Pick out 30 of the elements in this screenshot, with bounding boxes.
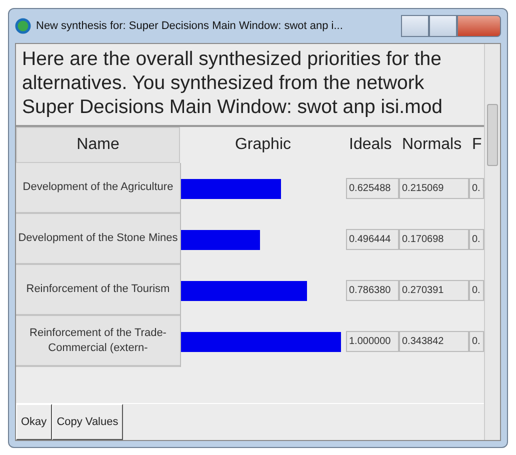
- value-cell: 1.000000: [346, 331, 399, 352]
- row-name: Reinforcement of the Trade-Commercial (extern-: [16, 316, 180, 367]
- value-cell: 0.270391: [399, 280, 469, 301]
- close-button[interactable]: [457, 15, 501, 37]
- value-cell: 0.343842: [399, 331, 469, 352]
- scroll-thumb[interactable]: [487, 104, 498, 166]
- app-icon: [15, 18, 31, 34]
- column-header: Ideals: [348, 136, 393, 154]
- maximize-button[interactable]: [429, 15, 457, 37]
- value-cell: 0.: [469, 229, 484, 250]
- column-header: F: [471, 136, 483, 154]
- value-cell: 0.496444: [346, 229, 399, 250]
- row-name: Reinforcement of the Tourism: [16, 265, 180, 316]
- value-cell: 0.: [469, 178, 484, 199]
- scrollbar[interactable]: [484, 44, 500, 440]
- value-cell: 0.625488: [346, 178, 399, 199]
- row-name: Development of the Stone Mines: [16, 214, 180, 265]
- window-title: New synthesis for: Super Decisions Main Window: swot anp i...: [36, 20, 344, 32]
- value-cell: 0.215069: [399, 178, 469, 199]
- value-cell: 0.170698: [399, 229, 469, 250]
- column-header: Name: [16, 127, 180, 163]
- copy-values-button[interactable]: Copy Values: [52, 404, 124, 440]
- value-cell: 0.: [469, 280, 484, 301]
- column-header: Graphic: [234, 136, 292, 154]
- column-header: Normals: [401, 136, 463, 154]
- row-name: Development of the Agriculture: [16, 163, 180, 214]
- value-cell: 0.786380: [346, 280, 399, 301]
- value-cell: 0.: [469, 331, 484, 352]
- minimize-button[interactable]: [401, 15, 429, 37]
- okay-button[interactable]: Okay: [16, 404, 52, 440]
